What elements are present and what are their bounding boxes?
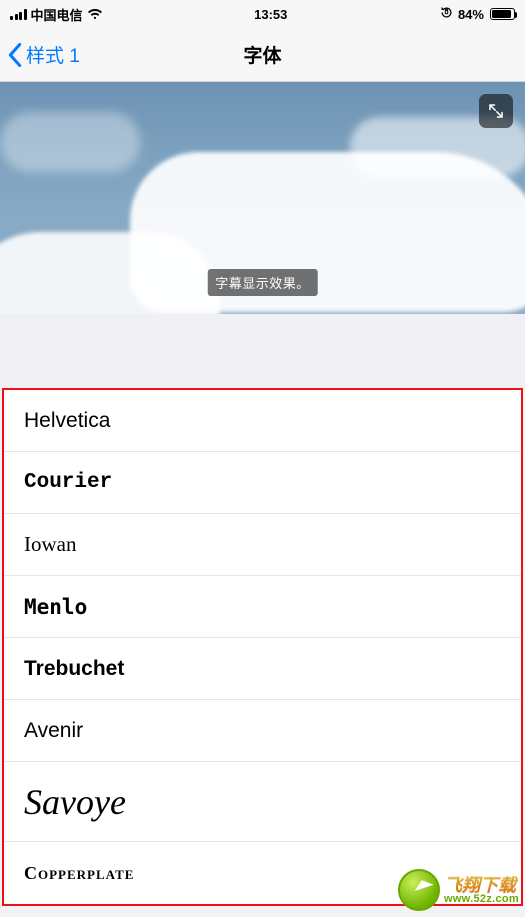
font-item-courier[interactable]: Courier: [4, 452, 521, 514]
font-item-menlo[interactable]: Menlo: [4, 576, 521, 638]
expand-button[interactable]: [479, 94, 513, 128]
font-item-avenir[interactable]: Avenir: [4, 700, 521, 762]
subtitle-preview: 字幕显示效果。: [0, 82, 525, 314]
font-label: Avenir: [24, 719, 83, 743]
status-left: 中国电信: [10, 5, 103, 24]
rotation-lock-icon: [439, 5, 454, 23]
nav-bar: 样式 1 字体: [0, 28, 525, 82]
battery-percent: 84%: [458, 7, 484, 22]
expand-icon: [487, 102, 505, 120]
font-item-helvetica[interactable]: Helvetica: [4, 390, 521, 452]
cellular-signal-icon: [10, 9, 27, 20]
font-label: Copperplate: [24, 863, 134, 884]
chevron-left-icon: [8, 43, 22, 67]
font-item-iowan[interactable]: Iowan: [4, 514, 521, 576]
font-label: Menlo: [24, 595, 87, 619]
font-item-savoye[interactable]: Savoye: [4, 762, 521, 842]
font-label: Savoye: [24, 781, 126, 823]
battery-icon: [488, 8, 515, 20]
status-time: 13:53: [254, 7, 287, 22]
status-bar: 中国电信 13:53 84%: [0, 0, 525, 28]
status-right: 84%: [439, 5, 515, 23]
font-label: Iowan: [24, 532, 76, 557]
back-label: 样式 1: [26, 41, 80, 68]
font-label: Helvetica: [24, 409, 110, 433]
font-list: Helvetica Courier Iowan Menlo Trebuchet Aveni…: [2, 388, 523, 906]
wifi-icon: [87, 8, 103, 20]
subtitle-caption: 字幕显示效果。: [207, 269, 318, 296]
font-label: Courier: [24, 471, 112, 494]
font-label: Trebuchet: [24, 657, 124, 681]
font-item-trebuchet[interactable]: Trebuchet: [4, 638, 521, 700]
section-gap: [0, 314, 525, 388]
carrier-label: 中国电信: [31, 5, 83, 24]
font-item-copperplate[interactable]: Copperplate: [4, 842, 521, 904]
back-button[interactable]: 样式 1: [0, 41, 88, 68]
